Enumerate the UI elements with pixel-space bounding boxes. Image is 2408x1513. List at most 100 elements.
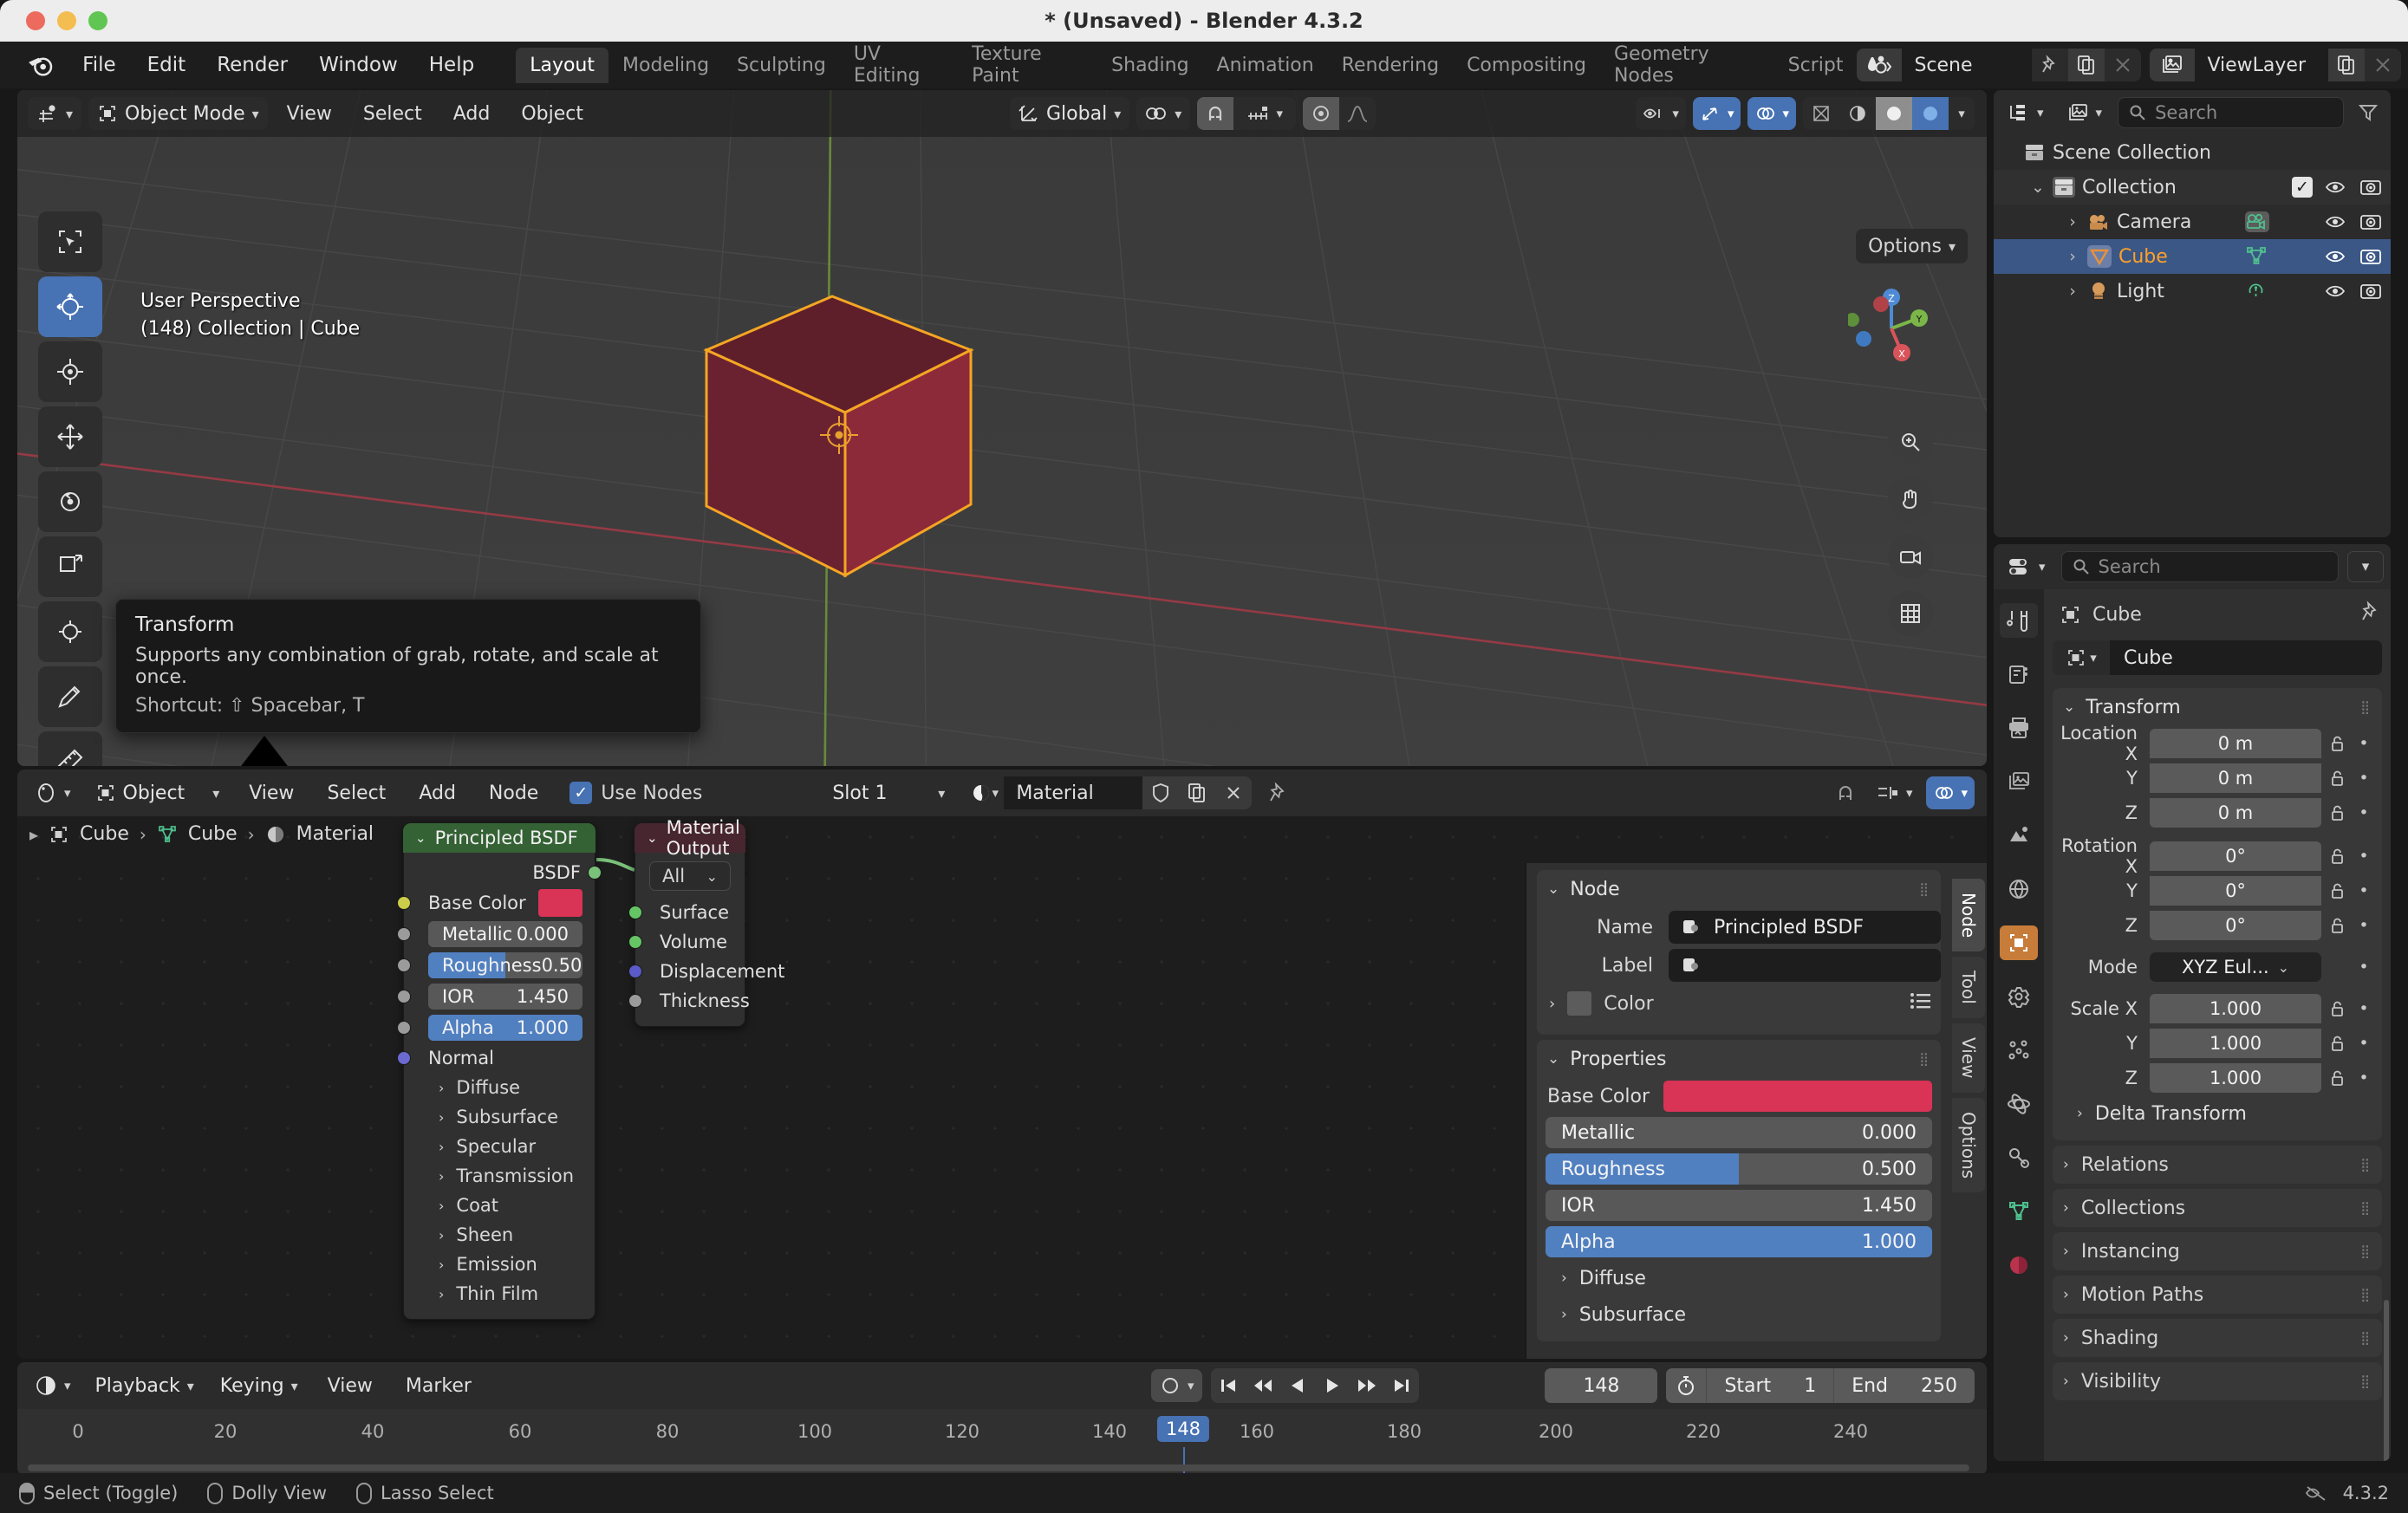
- collection-checkbox[interactable]: ✓: [2292, 177, 2313, 198]
- section-specular[interactable]: › Specular: [404, 1132, 595, 1161]
- outliner-editor[interactable]: ▾ ▾ Search Scene Collection ⌄ Collection: [1994, 90, 2391, 537]
- visibility-selector[interactable]: ▾: [1636, 97, 1686, 130]
- rendered-shading-icon[interactable]: [1912, 97, 1949, 130]
- outliner-row-camera[interactable]: › Camera: [1994, 205, 2391, 239]
- playhead-indicator[interactable]: 148: [1156, 1416, 1210, 1442]
- object-type-icon[interactable]: ▾: [2053, 640, 2110, 675]
- shader-menu-node[interactable]: Node: [477, 779, 550, 808]
- drag-handle-icon[interactable]: ⣿: [2360, 1244, 2372, 1259]
- roughness-slider[interactable]: Roughness 0.500: [428, 952, 582, 978]
- viewlayer-selector[interactable]: ViewLayer: [2150, 49, 2401, 81]
- ior-socket[interactable]: [397, 990, 411, 1003]
- tab-rendering[interactable]: Rendering: [1328, 48, 1453, 83]
- animate-dot-icon[interactable]: •: [2351, 999, 2377, 1018]
- tab-object[interactable]: [2000, 925, 2038, 960]
- snap-magnet-icon[interactable]: [1197, 97, 1234, 130]
- properties-editor[interactable]: ▾ Search ▾ Cube ▾ Cube ⌄ Transform ⣿ Loc…: [1994, 544, 2391, 1461]
- camera-render-icon[interactable]: [2359, 212, 2382, 231]
- lock-icon[interactable]: [2321, 999, 2351, 1018]
- node-header[interactable]: ⌄ Principled BSDF: [403, 823, 595, 853]
- chevron-right-icon[interactable]: ›: [1549, 995, 1555, 1013]
- sidebar-tab-node[interactable]: Node: [1952, 879, 1985, 952]
- volume-socket[interactable]: [628, 935, 642, 949]
- minimize-window-button[interactable]: [57, 11, 76, 30]
- tab-modeling[interactable]: Modeling: [609, 48, 723, 83]
- tab-layout[interactable]: Layout: [516, 47, 609, 83]
- new-viewlayer-icon[interactable]: [2328, 49, 2365, 81]
- metallic-slider[interactable]: Metallic 0.000: [1546, 1117, 1932, 1148]
- menu-render[interactable]: Render: [201, 49, 303, 81]
- tab-render[interactable]: [2000, 657, 2038, 692]
- expand-light-icon[interactable]: ›: [2063, 282, 2082, 301]
- tool-annotate[interactable]: [38, 666, 102, 727]
- zoom-view-icon[interactable]: [1888, 419, 1933, 464]
- use-nodes-checkbox[interactable]: ✓: [569, 782, 593, 804]
- animate-dot-icon[interactable]: •: [2351, 1034, 2377, 1053]
- base-color-socket[interactable]: [397, 896, 411, 910]
- delta-transform-subpanel[interactable]: › Delta Transform: [2053, 1095, 2382, 1132]
- alpha-slider[interactable]: Alpha 1.000: [428, 1015, 582, 1041]
- pan-view-icon[interactable]: [1888, 477, 1933, 522]
- object-mode-selector[interactable]: Object Mode ▾: [88, 97, 268, 130]
- eye-icon[interactable]: [2325, 247, 2347, 266]
- shader-canvas[interactable]: ⌄ Principled BSDF BSDF Base Color Metall…: [17, 816, 1987, 1359]
- editor-type-selector[interactable]: ▾: [28, 97, 82, 130]
- normal-socket[interactable]: [397, 1051, 411, 1065]
- motion-paths-panel[interactable]: › Motion Paths ⣿: [2053, 1276, 2382, 1314]
- sidebar-tab-view[interactable]: View: [1952, 1023, 1985, 1093]
- outliner-editor-type-selector[interactable]: ▾: [2001, 96, 2051, 129]
- alpha-slider[interactable]: Alpha 1.000: [1546, 1226, 1932, 1257]
- rotation-x-field[interactable]: 0°: [2150, 841, 2321, 871]
- timeline-scrollbar[interactable]: [28, 1464, 1969, 1471]
- camera-render-icon[interactable]: [2359, 178, 2382, 197]
- breadcrumb-mesh[interactable]: Cube: [188, 823, 238, 845]
- lock-icon[interactable]: [2321, 916, 2351, 935]
- shader-editor[interactable]: ▾ Object ▾ View Select Add Node ✓ Use No…: [17, 769, 1987, 1359]
- expand-collection-icon[interactable]: ⌄: [2028, 178, 2047, 197]
- drag-handle-icon[interactable]: ⣿: [1919, 1051, 1930, 1067]
- sidebar-tab-tool[interactable]: Tool: [1952, 957, 1985, 1019]
- new-scene-icon[interactable]: [2068, 49, 2105, 81]
- section-subsurface[interactable]: › Subsurface: [404, 1102, 595, 1132]
- tool-transform-combo[interactable]: [38, 601, 102, 662]
- outliner-search-input[interactable]: Search: [2118, 97, 2344, 128]
- transform-panel-header[interactable]: ⌄ Transform ⣿: [2053, 688, 2382, 726]
- tool-move[interactable]: [38, 406, 102, 467]
- location-y-field[interactable]: 0 m: [2150, 763, 2321, 793]
- sidebar-section-diffuse[interactable]: › Diffuse: [1537, 1260, 1941, 1296]
- displacement-socket[interactable]: [628, 964, 642, 978]
- drag-handle-icon[interactable]: ⣿: [2360, 1330, 2372, 1346]
- scale-y-field[interactable]: 1.000: [2150, 1029, 2321, 1058]
- toggle-ortho-icon[interactable]: [1888, 591, 1933, 636]
- maximize-window-button[interactable]: [88, 11, 107, 30]
- visibility-panel[interactable]: › Visibility ⣿: [2053, 1362, 2382, 1400]
- wireframe-shading-icon[interactable]: [1803, 97, 1839, 130]
- drag-handle-icon[interactable]: ⣿: [2360, 1200, 2372, 1216]
- transform-orientation-selector[interactable]: Global ▾: [1010, 97, 1130, 130]
- shader-menu-view[interactable]: View: [237, 779, 306, 808]
- properties-editor-type-selector[interactable]: ▾: [2001, 550, 2053, 583]
- animate-dot-icon[interactable]: •: [2351, 958, 2377, 977]
- tab-tool[interactable]: [2000, 603, 2038, 638]
- shading-panel[interactable]: › Shading ⣿: [2053, 1319, 2382, 1357]
- tool-select-box[interactable]: [38, 211, 102, 272]
- expand-cube-icon[interactable]: ›: [2063, 247, 2082, 266]
- material-slot-selector[interactable]: Slot 1 ▾: [823, 776, 954, 809]
- unlink-material-icon[interactable]: [1215, 776, 1253, 809]
- next-keyframe-button[interactable]: [1350, 1368, 1384, 1403]
- base-color-swatch[interactable]: [1663, 1081, 1932, 1112]
- shader-menu-add[interactable]: Add: [407, 779, 468, 808]
- timeline-menu-marker[interactable]: Marker: [394, 1372, 484, 1400]
- tab-geometry-nodes[interactable]: Geometry Nodes: [1600, 36, 1774, 94]
- shading-modes[interactable]: ▾: [1803, 97, 1975, 130]
- chevron-down-icon[interactable]: ⌄: [415, 830, 426, 846]
- node-overlay-toggle[interactable]: ▾: [1926, 776, 1975, 809]
- roughness-socket[interactable]: [397, 958, 411, 972]
- tab-particles[interactable]: [2000, 1033, 2038, 1068]
- tab-constraints[interactable]: [2000, 1140, 2038, 1175]
- mesh-data-icon[interactable]: [2245, 246, 2269, 267]
- snap-to-selector[interactable]: ▾: [1233, 97, 1296, 130]
- tab-script[interactable]: Script: [1774, 48, 1858, 83]
- eye-icon[interactable]: [2325, 212, 2347, 231]
- expand-camera-icon[interactable]: ›: [2063, 212, 2082, 231]
